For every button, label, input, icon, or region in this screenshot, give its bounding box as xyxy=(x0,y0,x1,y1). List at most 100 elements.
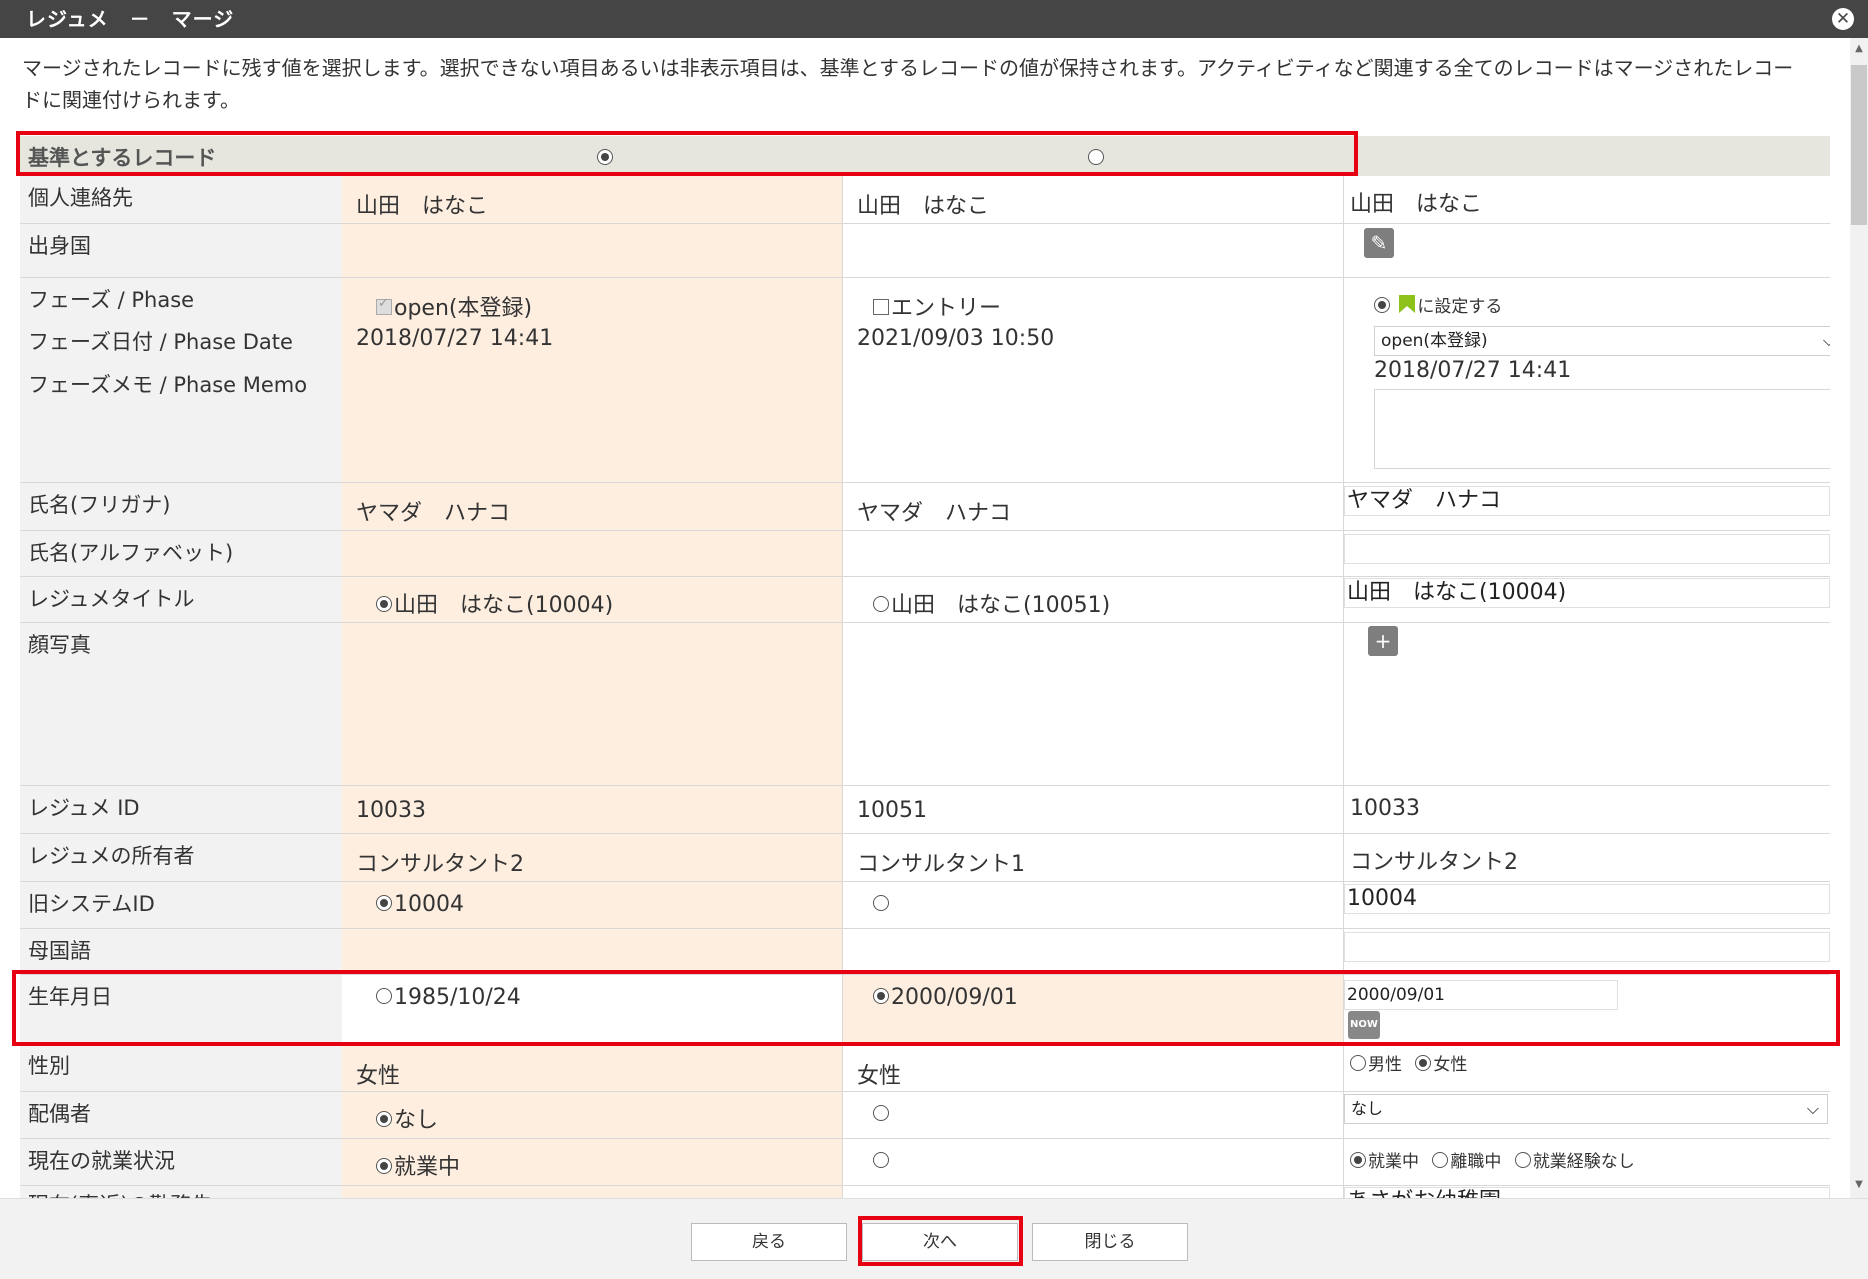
gender-female-radio[interactable] xyxy=(1415,1055,1432,1071)
row-resume-id: レジュメ ID 10033 10051 10033 xyxy=(20,786,1830,834)
row-old-id: 旧システムID 10004 10004 xyxy=(20,882,1830,929)
label-contact: 個人連絡先 xyxy=(28,186,133,210)
gender-male-label: 男性 xyxy=(1368,1055,1402,1075)
label-phase-memo: フェーズメモ / Phase Memo xyxy=(28,373,308,397)
birthdate-radio-2[interactable] xyxy=(873,988,889,1004)
label-gender: 性別 xyxy=(28,1054,70,1078)
scroll-up-icon[interactable]: ▲ xyxy=(1852,42,1866,56)
phase-set-label: に設定する xyxy=(1417,297,1503,317)
row-native-language: 母国語 xyxy=(20,929,1830,975)
employment-value-1: 就業中 xyxy=(394,1155,461,1180)
phase-set-radio[interactable] xyxy=(1374,297,1390,313)
employment-opt1-label: 就業中 xyxy=(1368,1152,1419,1172)
birthdate-radio-1[interactable] xyxy=(376,988,392,1004)
label-phase-date: フェーズ日付 / Phase Date xyxy=(28,330,293,354)
label-employer: 現在(直近)の勤務先 xyxy=(28,1189,212,1198)
gender-male-radio[interactable] xyxy=(1350,1055,1366,1071)
label-old-id: 旧システムID xyxy=(28,892,155,916)
employment-opt2-radio[interactable] xyxy=(1432,1152,1449,1168)
employment-radio-1[interactable] xyxy=(376,1158,392,1174)
row-alpha: 氏名(アルファベット) xyxy=(20,531,1830,577)
employment-opt3-radio[interactable] xyxy=(1514,1152,1531,1168)
phase-date-2: 2021/09/03 10:50 xyxy=(857,326,1055,351)
label-country: 出身国 xyxy=(28,234,91,258)
owner-merged: コンサルタント2 xyxy=(1350,850,1518,875)
employment-radio-2[interactable] xyxy=(873,1152,889,1168)
close-button[interactable]: 閉じる xyxy=(1032,1223,1188,1261)
birthdate-value-1: 1985/10/24 xyxy=(394,985,521,1010)
row-phase: フェーズ / Phase フェーズ日付 / Phase Date フェーズメモ … xyxy=(20,278,1830,483)
add-photo-icon[interactable]: + xyxy=(1368,626,1398,656)
label-alpha: 氏名(アルファベット) xyxy=(28,541,234,565)
label-spouse: 配偶者 xyxy=(28,1102,91,1126)
now-button[interactable]: NOW xyxy=(1348,1011,1380,1039)
employer-input[interactable]: あさがお幼稚園 xyxy=(1344,1187,1830,1198)
base-record-radio-1[interactable] xyxy=(597,149,613,165)
flag-icon xyxy=(1399,295,1416,313)
scroll-down-icon[interactable]: ▼ xyxy=(1852,1178,1866,1192)
old-id-input[interactable]: 10004 xyxy=(1344,884,1830,914)
spouse-radio-2[interactable] xyxy=(873,1105,889,1121)
contact-value-merged: 山田 はなこ xyxy=(1350,192,1483,217)
spouse-value-1: なし xyxy=(394,1108,439,1133)
spouse-radio-1[interactable] xyxy=(376,1111,392,1127)
label-birthdate: 生年月日 xyxy=(28,985,112,1009)
birthdate-value-2: 2000/09/01 xyxy=(891,985,1018,1010)
row-contact: 個人連絡先 山田 はなこ 山田 はなこ 山田 はなこ xyxy=(20,176,1830,224)
phase-select[interactable]: open(本登録) ⌵ xyxy=(1374,326,1830,356)
merge-grid: 基準とするレコード 個人連絡先 山田 はなこ 山田 はなこ 山田 はなこ 出身国… xyxy=(20,0,1830,1198)
employment-opt2-label: 離職中 xyxy=(1450,1152,1502,1172)
phase-date-1: 2018/07/27 14:41 xyxy=(356,326,554,351)
alpha-input[interactable] xyxy=(1344,534,1830,564)
label-employment: 現在の就業状況 xyxy=(28,1149,175,1173)
kana-input[interactable]: ヤマダ ハナコ xyxy=(1344,486,1830,516)
back-button[interactable]: 戻る xyxy=(691,1223,847,1261)
phase-memo-textarea[interactable] xyxy=(1374,389,1830,469)
label-phase: フェーズ / Phase xyxy=(28,288,195,312)
resume-title-radio-1[interactable] xyxy=(376,596,392,612)
native-language-input[interactable] xyxy=(1344,932,1830,962)
birthdate-input[interactable]: 2000/09/01 xyxy=(1344,980,1618,1010)
row-resume-title: レジュメタイトル 山田 はなこ(10004) 山田 はなこ(10051) 山田 … xyxy=(20,577,1830,623)
employment-opt3-label: 就業経験なし xyxy=(1532,1152,1635,1172)
row-photo: 顔写真 + xyxy=(20,623,1830,786)
base-record-label: 基準とするレコード xyxy=(28,146,217,170)
old-id-radio-2[interactable] xyxy=(873,895,889,911)
resume-title-input[interactable]: 山田 はなこ(10004) xyxy=(1344,578,1830,608)
row-kana: 氏名(フリガナ) ヤマダ ハナコ ヤマダ ハナコ ヤマダ ハナコ xyxy=(20,483,1830,531)
phase-value-1: open(本登録) xyxy=(394,296,533,321)
edit-pencil-icon[interactable]: ✎ xyxy=(1364,228,1394,258)
row-employer: 現在(直近)の勤務先 あさがお幼稚園 xyxy=(20,1186,1830,1198)
row-owner: レジュメの所有者 コンサルタント2 コンサルタント1 コンサルタント2 xyxy=(20,834,1830,882)
resume-title-value-1: 山田 はなこ(10004) xyxy=(394,593,614,618)
chevron-down-icon: ⌵ xyxy=(1806,1099,1819,1118)
label-resume-title: レジュメタイトル xyxy=(28,587,195,611)
phase-checkbox-2[interactable] xyxy=(873,299,889,315)
gender-female-label: 女性 xyxy=(1433,1055,1468,1075)
old-id-radio-1[interactable] xyxy=(376,895,392,911)
dialog-footer: 戻る 次へ 閉じる xyxy=(0,1198,1868,1279)
resume-id-merged: 10033 xyxy=(1350,796,1420,821)
base-record-row: 基準とするレコード xyxy=(20,136,1830,176)
row-employment: 現在の就業状況 就業中 就業中 離職中 就業経験なし xyxy=(20,1139,1830,1186)
phase-date-merged: 2018/07/27 14:41 xyxy=(1374,358,1572,383)
label-resume-id: レジュメ ID xyxy=(28,796,140,820)
owner-value-2: コンサルタント1 xyxy=(857,852,1025,877)
scrollbar-thumb[interactable] xyxy=(1851,65,1867,225)
phase-value-2: エントリー xyxy=(891,296,1002,321)
owner-value-1: コンサルタント2 xyxy=(356,852,524,877)
gender-value-2: 女性 xyxy=(857,1064,902,1089)
old-id-value-1: 10004 xyxy=(394,892,464,917)
next-button[interactable]: 次へ xyxy=(862,1223,1018,1261)
spouse-select[interactable]: なし ⌵ xyxy=(1344,1094,1828,1124)
base-record-radio-2[interactable] xyxy=(1088,149,1104,165)
row-birthdate: 生年月日 1985/10/24 2000/09/01 2000/09/01 NO… xyxy=(20,975,1830,1044)
chevron-down-icon: ⌵ xyxy=(1822,331,1830,350)
employment-opt1-radio[interactable] xyxy=(1350,1152,1366,1168)
close-icon[interactable]: ✕ xyxy=(1832,8,1854,30)
resume-title-value-2: 山田 はなこ(10051) xyxy=(891,593,1111,618)
label-kana: 氏名(フリガナ) xyxy=(28,493,171,517)
gender-value-1: 女性 xyxy=(356,1064,401,1089)
resume-title-radio-2[interactable] xyxy=(873,596,889,612)
kana-value-1: ヤマダ ハナコ xyxy=(356,501,511,526)
